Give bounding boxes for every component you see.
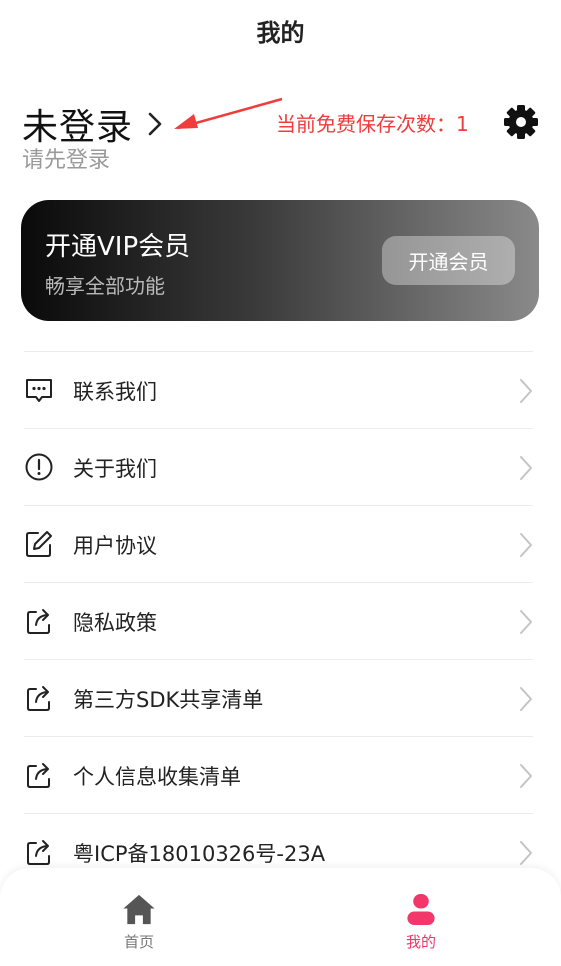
share-icon	[27, 686, 50, 711]
vip-card[interactable]: 开通VIP会员 畅享全部功能 开通会员	[21, 200, 539, 321]
vip-title: 开通VIP会员	[45, 232, 191, 262]
chevron-right-icon	[520, 533, 532, 557]
annotation-arrow-icon	[174, 97, 283, 130]
edit-icon	[26, 531, 52, 557]
tab-mine[interactable]: 我的	[381, 892, 461, 952]
menu-item-about-us[interactable]: 关于我们	[24, 428, 533, 505]
login-subtitle: 请先登录	[22, 148, 111, 173]
profile-section: 未登录 请先登录 当前免费保存次数：1	[0, 90, 561, 180]
share-icon	[27, 840, 50, 865]
menu-item-label: 第三方SDK共享清单	[73, 688, 264, 712]
tab-home[interactable]: 首页	[99, 892, 179, 952]
free-save-count: 当前免费保存次数：1	[276, 112, 469, 136]
share-icon	[27, 609, 50, 634]
gear-icon[interactable]	[503, 104, 539, 140]
vip-subtitle: 畅享全部功能	[45, 274, 165, 298]
chevron-right-icon	[520, 610, 532, 634]
menu-list: 联系我们 关于我们 用户协议 隐私政策 第三方SDK共享清单 个人信息收集清单 …	[0, 351, 561, 890]
chevron-right-icon	[520, 841, 532, 865]
menu-item-privacy-policy[interactable]: 隐私政策	[24, 582, 533, 659]
menu-item-label: 联系我们	[73, 380, 157, 404]
menu-item-label: 隐私政策	[73, 611, 157, 635]
chevron-right-icon	[147, 111, 163, 137]
chevron-right-icon	[520, 379, 532, 403]
info-circle-icon	[25, 453, 53, 481]
chevron-right-icon	[520, 456, 532, 480]
menu-item-label: 粤ICP备18010326号-23A	[73, 842, 326, 866]
menu-item-user-agreement[interactable]: 用户协议	[24, 505, 533, 582]
top-bar: 我的	[0, 0, 561, 62]
user-icon	[407, 893, 435, 926]
bottom-tab-bar: 首页 我的	[0, 868, 561, 966]
chevron-right-icon	[520, 687, 532, 711]
open-vip-button[interactable]: 开通会员	[382, 236, 515, 285]
page-title: 我的	[256, 18, 305, 47]
tab-label: 首页	[123, 933, 154, 951]
tab-label: 我的	[405, 933, 436, 951]
home-icon	[123, 894, 155, 925]
menu-item-contact-us[interactable]: 联系我们	[24, 351, 533, 428]
message-icon	[26, 379, 52, 402]
share-icon	[27, 763, 50, 788]
chevron-right-icon	[520, 764, 532, 788]
menu-item-personal-info-list[interactable]: 个人信息收集清单	[24, 736, 533, 813]
menu-item-label: 用户协议	[73, 534, 157, 558]
menu-item-third-party-sdk[interactable]: 第三方SDK共享清单	[24, 659, 533, 736]
menu-item-label: 个人信息收集清单	[73, 765, 241, 789]
menu-item-label: 关于我们	[73, 457, 157, 481]
